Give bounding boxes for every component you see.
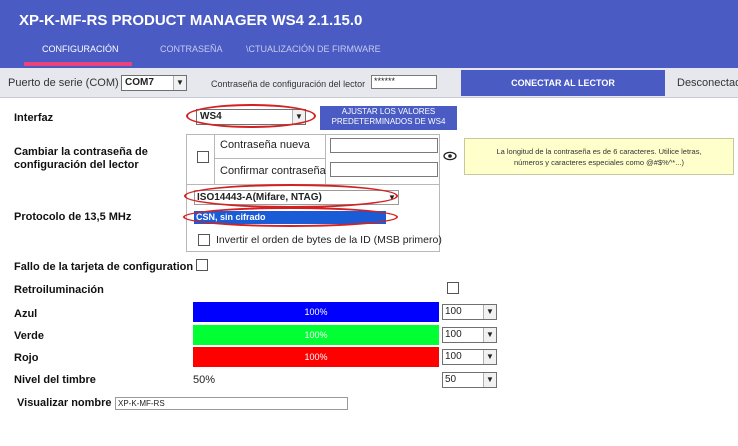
highlight-oval bbox=[186, 104, 316, 128]
password-hint: La longitud de la contraseña es de 6 car… bbox=[464, 138, 734, 175]
divider bbox=[325, 134, 326, 185]
set-defaults-line2: PREDETERMINADOS DE WS4 bbox=[331, 117, 446, 126]
app-header: XP-K-MF-RS PRODUCT MANAGER WS4 2.1.15.0 … bbox=[0, 0, 738, 68]
buzzer-label: Nivel del timbre bbox=[14, 374, 96, 386]
backlight-checkbox[interactable] bbox=[447, 282, 459, 294]
connection-status: Desconectado bbox=[677, 77, 738, 89]
green-level-value: 100 bbox=[445, 329, 462, 340]
buzzer-level-text: 50% bbox=[193, 374, 216, 386]
highlight-oval bbox=[183, 207, 398, 227]
chevron-down-icon[interactable]: ▼ bbox=[173, 76, 186, 90]
chevron-down-icon[interactable]: ▼ bbox=[483, 305, 496, 319]
confirm-password-input[interactable] bbox=[330, 162, 438, 177]
red-level-value: 100 bbox=[445, 351, 462, 362]
tab-contrasena[interactable]: CONTRASEÑA bbox=[160, 44, 223, 54]
set-defaults-button[interactable]: AJUSTAR LOS VALORES PREDETERMINADOS DE W… bbox=[320, 106, 457, 130]
red-level-select[interactable]: 100 ▼ bbox=[442, 349, 497, 365]
tab-configuracion[interactable]: CONFIGURACIÓN bbox=[42, 44, 119, 54]
app-title: XP-K-MF-RS PRODUCT MANAGER WS4 2.1.15.0 bbox=[19, 12, 363, 29]
config-card-failure-label: Fallo de la tarjeta de configuration bbox=[14, 261, 194, 273]
reader-password-input[interactable]: ****** bbox=[371, 75, 437, 89]
password-hint-line2: números y caracteres especiales como @#$… bbox=[514, 158, 684, 167]
red-level-bar[interactable]: 100% bbox=[193, 347, 439, 367]
chevron-down-icon[interactable]: ▼ bbox=[483, 328, 496, 342]
port-value: COM7 bbox=[125, 77, 154, 88]
reader-password-label: Contraseña de configuración del lector bbox=[211, 79, 366, 89]
red-level-text: 100% bbox=[304, 352, 328, 362]
change-password-checkbox[interactable] bbox=[197, 151, 209, 163]
blue-label: Azul bbox=[14, 308, 38, 320]
blue-level-select[interactable]: 100 ▼ bbox=[442, 304, 497, 320]
tab-actualizacion-firmware[interactable]: \CTUALIZACIÓN DE FIRMWARE bbox=[246, 44, 381, 54]
chevron-down-icon[interactable]: ▼ bbox=[483, 350, 496, 364]
active-tab-indicator bbox=[24, 62, 132, 66]
interface-label: Interfaz bbox=[14, 112, 54, 124]
invert-byte-order-label: Invertir el orden de bytes de la ID (MSB… bbox=[216, 234, 442, 246]
new-password-label: Contraseña nueva bbox=[220, 139, 310, 151]
buzzer-level-select[interactable]: 50 ▼ bbox=[442, 372, 497, 388]
blue-level-text: 100% bbox=[304, 307, 328, 317]
confirm-password-label: Confirmar contraseña bbox=[220, 165, 326, 177]
invert-byte-order-checkbox[interactable] bbox=[198, 234, 210, 246]
connect-reader-button[interactable]: CONECTAR AL LECTOR bbox=[461, 70, 665, 96]
buzzer-level-value: 50 bbox=[445, 374, 457, 385]
new-password-input[interactable] bbox=[330, 138, 438, 153]
change-password-label-line1: Cambiar la contraseña de bbox=[14, 146, 148, 158]
blue-level-value: 100 bbox=[445, 306, 462, 317]
protocol-label: Protocolo de 13,5 MHz bbox=[14, 211, 132, 223]
change-password-label-line2: configuración del lector bbox=[14, 159, 139, 171]
config-card-failure-checkbox[interactable] bbox=[196, 259, 208, 271]
green-level-text: 100% bbox=[304, 330, 328, 340]
green-label: Verde bbox=[14, 330, 44, 342]
green-level-select[interactable]: 100 ▼ bbox=[442, 327, 497, 343]
port-label: Puerto de serie (COM) bbox=[8, 77, 119, 89]
divider bbox=[214, 134, 215, 185]
divider bbox=[214, 158, 325, 159]
red-label: Rojo bbox=[14, 352, 39, 364]
backlight-label: Retroiluminación bbox=[14, 284, 104, 296]
display-name-input[interactable]: XP-K-MF-RS bbox=[115, 397, 348, 410]
set-defaults-line1: AJUSTAR LOS VALORES bbox=[341, 107, 436, 116]
display-name-label: Visualizar nombre bbox=[17, 397, 112, 409]
blue-level-bar[interactable]: 100% bbox=[193, 302, 439, 322]
highlight-oval bbox=[184, 184, 398, 208]
chevron-down-icon[interactable]: ▼ bbox=[483, 373, 496, 387]
port-select[interactable]: COM7 ▼ bbox=[121, 75, 187, 91]
password-hint-line1: La longitud de la contraseña es de 6 car… bbox=[496, 147, 702, 156]
eye-icon[interactable] bbox=[443, 149, 457, 163]
green-level-bar[interactable]: 100% bbox=[193, 325, 439, 345]
